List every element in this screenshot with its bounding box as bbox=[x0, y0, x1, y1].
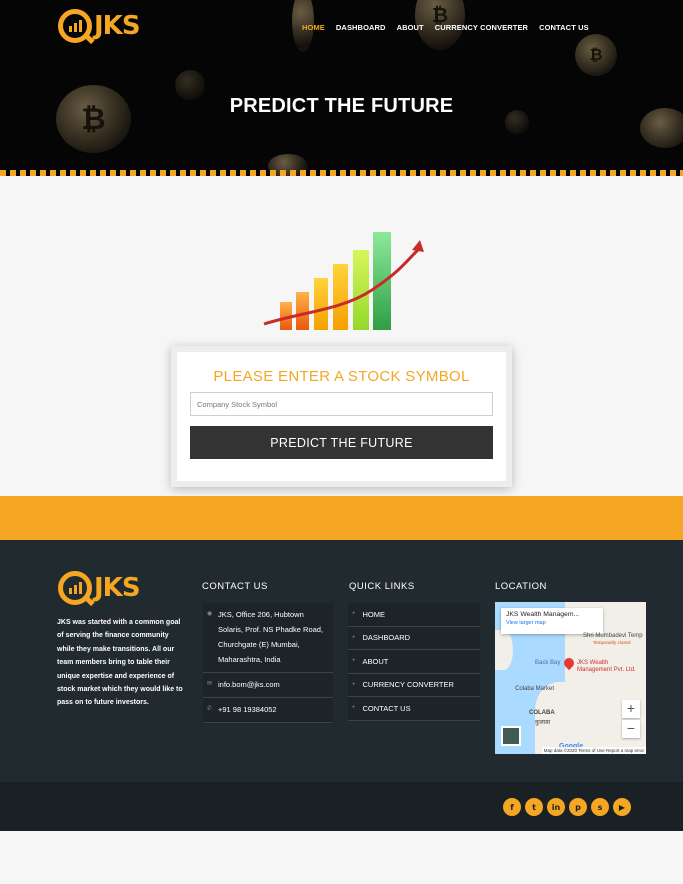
link-label: HOME bbox=[362, 609, 386, 619]
map-pin-label: JKS Wealth Management Pvt. Ltd. bbox=[577, 660, 636, 673]
email-icon: ✉ bbox=[207, 681, 213, 687]
contact-address: ◉ JKS, Office 206, Hubtown Solaris, Prof.… bbox=[203, 603, 333, 673]
pinterest-icon[interactable]: p bbox=[569, 798, 587, 816]
bullet-icon: + bbox=[352, 611, 356, 618]
contact-phone[interactable]: ✆ +91 98 19384052 bbox=[203, 698, 333, 723]
bullet-icon: + bbox=[352, 658, 356, 665]
contact-heading: CONTACT US bbox=[202, 581, 268, 592]
map-label: COLABA bbox=[529, 710, 555, 716]
linkedin-icon[interactable]: in bbox=[547, 798, 565, 816]
nav-about[interactable]: ABOUT bbox=[397, 23, 424, 32]
location-icon: ◉ bbox=[207, 611, 213, 617]
footer: JKS JKS was started with a common goal o… bbox=[0, 540, 683, 831]
yellow-band bbox=[0, 496, 683, 543]
phone-text: +91 98 19384052 bbox=[218, 705, 277, 714]
prediction-section: PLEASE ENTER A STOCK SYMBOL PREDICT THE … bbox=[0, 176, 683, 496]
map-label: Back Bay bbox=[535, 660, 561, 666]
social-links: f t in p s ▶ bbox=[503, 798, 631, 816]
map-place-name: JKS Wealth Managem... bbox=[506, 611, 580, 618]
skype-icon[interactable]: s bbox=[591, 798, 609, 816]
about-text: JKS was started with a common goal of se… bbox=[57, 619, 183, 707]
link-label: ABOUT bbox=[362, 656, 389, 666]
address-text: JKS, Office 206, Hubtown Solaris, Prof. … bbox=[218, 610, 324, 664]
bullet-icon: + bbox=[352, 634, 356, 641]
logo-text: JKS bbox=[94, 573, 141, 603]
facebook-icon[interactable]: f bbox=[503, 798, 521, 816]
youtube-icon[interactable]: ▶ bbox=[613, 798, 631, 816]
predict-button[interactable]: PREDICT THE FUTURE bbox=[190, 426, 493, 459]
zoom-in-button[interactable]: + bbox=[622, 700, 640, 718]
quick-link-currency-converter[interactable]: + CURRENCY CONVERTER bbox=[348, 673, 480, 697]
quick-links-heading: QUICK LINKS bbox=[349, 581, 415, 592]
map-label: Temporarily closed bbox=[593, 640, 631, 645]
jks-logo[interactable]: JKS bbox=[58, 9, 141, 43]
link-label: DASHBOARD bbox=[362, 633, 411, 643]
email-text: info.bom@jks.com bbox=[218, 680, 280, 689]
bullet-icon: + bbox=[352, 681, 356, 688]
link-label: CURRENCY CONVERTER bbox=[362, 680, 454, 690]
growth-chart-illustration bbox=[263, 232, 424, 330]
phone-icon: ✆ bbox=[207, 706, 213, 712]
nav-dashboard[interactable]: DASHBOARD bbox=[336, 23, 386, 32]
quick-link-dashboard[interactable]: + DASHBOARD bbox=[348, 626, 480, 650]
view-larger-map-link[interactable]: View larger map bbox=[506, 620, 598, 626]
nav-home[interactable]: HOME bbox=[302, 23, 325, 32]
location-heading: LOCATION bbox=[495, 581, 547, 592]
contact-list: ◉ JKS, Office 206, Hubtown Solaris, Prof.… bbox=[203, 603, 333, 723]
form-heading: PLEASE ENTER A STOCK SYMBOL bbox=[213, 368, 470, 385]
quick-link-home[interactable]: + HOME bbox=[348, 603, 480, 627]
map-attribution[interactable]: Map data ©2020 Terms of Use Report a map… bbox=[541, 747, 646, 754]
map-label: कुलाबा bbox=[535, 720, 551, 726]
nav-currency-converter[interactable]: CURRENCY CONVERTER bbox=[435, 23, 528, 32]
contact-email[interactable]: ✉ info.bom@jks.com bbox=[203, 673, 333, 698]
quick-links-list: + HOME + DASHBOARD + ABOUT + CURRENCY CONVER… bbox=[348, 603, 480, 721]
location-map[interactable]: JKS Wealth Managem... View larger map Sh… bbox=[495, 602, 646, 754]
logo-chart-icon bbox=[58, 571, 92, 605]
satellite-toggle[interactable] bbox=[501, 726, 521, 746]
footer-bottom-bar: f t in p s ▶ bbox=[0, 782, 683, 831]
stock-form-card: PLEASE ENTER A STOCK SYMBOL PREDICT THE … bbox=[171, 346, 512, 487]
zoom-out-button[interactable]: − bbox=[622, 720, 640, 738]
map-info-popup: JKS Wealth Managem... View larger map bbox=[501, 608, 603, 634]
twitter-icon[interactable]: t bbox=[525, 798, 543, 816]
nav-contact-us[interactable]: CONTACT US bbox=[539, 23, 589, 32]
quick-link-about[interactable]: + ABOUT bbox=[348, 650, 480, 674]
link-label: CONTACT US bbox=[362, 703, 411, 713]
footer-jks-logo[interactable]: JKS bbox=[58, 571, 141, 605]
bitcoin-coin-image: ₿ bbox=[575, 34, 617, 76]
map-land bbox=[495, 630, 513, 670]
main-nav: HOME DASHBOARD ABOUT CURRENCY CONVERTER … bbox=[302, 23, 589, 32]
hero-banner: ₿ ₿ ₿ JKS HOME DASHBOARD ABOUT CURRENCY … bbox=[0, 0, 683, 176]
logo-chart-icon bbox=[58, 9, 92, 43]
hero-title: PREDICT THE FUTURE bbox=[229, 95, 454, 117]
stock-symbol-input[interactable] bbox=[190, 392, 493, 416]
map-label: Shri Mumbadevi Temp bbox=[583, 633, 643, 639]
bullet-icon: + bbox=[352, 705, 356, 712]
quick-link-contact-us[interactable]: + CONTACT US bbox=[348, 697, 480, 721]
logo-text: JKS bbox=[94, 11, 141, 41]
map-label: Colaba Market bbox=[515, 686, 555, 692]
